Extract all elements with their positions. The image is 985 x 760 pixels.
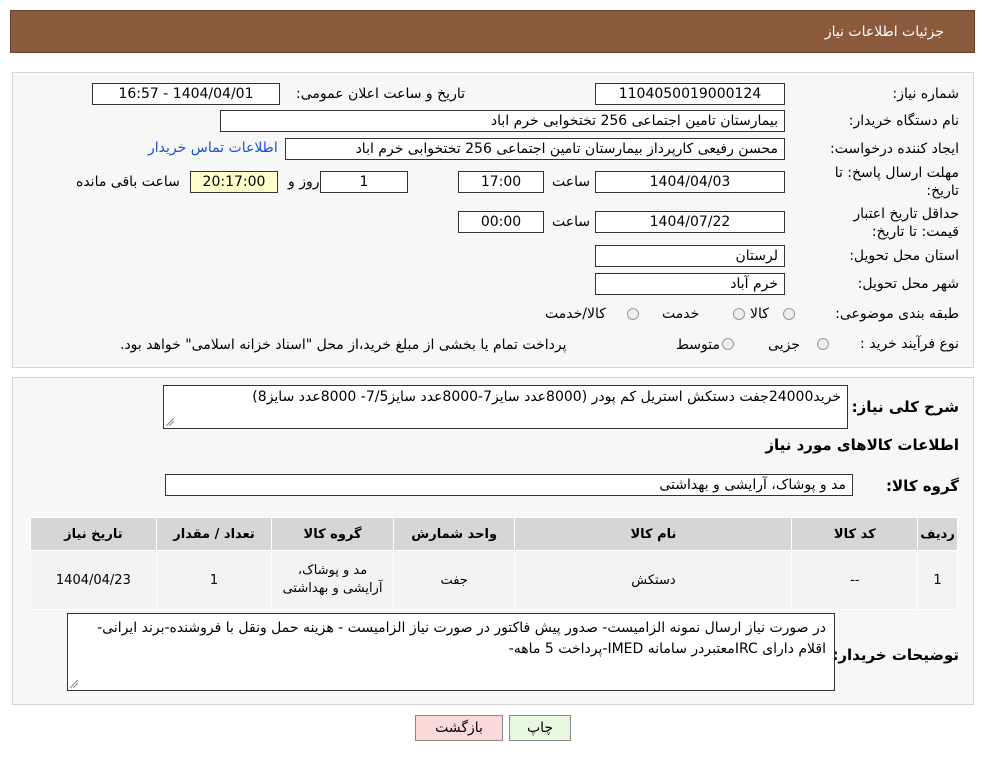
buyer-org-label: نام دستگاه خریدار: [848,113,959,129]
process-option-minor: جزیی [768,337,800,353]
need-number-field: 1104050019000124 [595,83,785,105]
cell-unit: جفت [392,550,516,610]
need-number-label: شماره نیاز: [892,86,960,102]
buyer-contact-link[interactable]: اطلاعات تماس خریدار [148,140,278,156]
table-row: 1 -- دستکش جفت مد و پوشاک، آرایشی و بهدا… [30,550,958,610]
goods-group-field: مد و پوشاک، آرایشی و بهداشتی [165,474,853,496]
cell-name: دستکش [514,550,793,610]
cell-date: 1404/04/23 [30,550,157,610]
creator-field: محسن رفیعی کارپرداز بیمارستان تامین اجتم… [285,138,785,160]
buyer-notes-text: در صورت نیاز ارسال نمونه الزامیست- صدور … [97,620,826,657]
category-radio-goods[interactable] [783,308,795,320]
resize-handle-icon[interactable] [166,418,174,426]
category-radio-service[interactable] [733,308,745,320]
validity-time-field: 00:00 [458,211,544,233]
category-option-goods: کالا [750,306,769,322]
deadline-time-field: 17:00 [458,171,544,193]
col-group-header: گروه کالا [271,517,394,551]
goods-info-title: اطلاعات کالاهای مورد نیاز [765,436,959,454]
days-label: روز و [288,174,320,190]
category-option-goods-service: کالا/خدمت [545,306,606,322]
buyer-notes-field: در صورت نیاز ارسال نمونه الزامیست- صدور … [67,613,835,691]
validity-label: حداقل تاریخ اعتبار قیمت: تا تاریخ: [853,206,959,240]
process-note: پرداخت تمام یا بخشی از مبلغ خرید،از محل … [120,337,567,353]
category-label: طبقه بندی موضوعی: [835,306,959,322]
col-name-header: نام کالا [514,517,793,551]
validity-date-field: 1404/07/22 [595,211,785,233]
days-field: 1 [320,171,408,193]
back-button[interactable]: بازگشت [415,715,503,741]
process-radio-medium[interactable] [722,338,734,350]
city-label: شهر محل تحویل: [857,276,959,292]
province-field: لرستان [595,245,785,267]
city-field: خرم آباد [595,273,785,295]
cell-row: 1 [917,550,958,610]
col-qty-header: تعداد / مقدار [155,517,273,551]
general-desc-text: خرید24000جفت دستکش استریل کم پودر (8000ع… [252,389,841,405]
cell-code: -- [791,550,919,610]
col-unit-header: واحد شمارش [392,517,516,551]
cell-group: مد و پوشاک، آرایشی و بهداشتی [271,550,394,610]
col-row-header: ردیف [917,517,958,551]
goods-table: ردیف کد کالا نام کالا واحد شمارش گروه کا… [30,517,958,610]
category-option-service: خدمت [662,306,700,322]
validity-time-label: ساعت [552,214,591,230]
goods-group-label: گروه کالا: [886,477,959,495]
creator-label: ایجاد کننده درخواست: [830,141,959,157]
general-desc-label: شرح کلی نیاز: [851,398,959,416]
print-button[interactable]: چاپ [509,715,571,741]
process-radio-minor[interactable] [817,338,829,350]
category-radio-goods-service[interactable] [627,308,639,320]
buyer-notes-label: توضیحات خریدار: [832,646,959,664]
deadline-time-label: ساعت [552,174,591,190]
goods-table-header-row: ردیف کد کالا نام کالا واحد شمارش گروه کا… [30,517,958,551]
remaining-time-field: 20:17:00 [190,171,278,193]
buyer-org-field: بیمارستان تامین اجتماعی 256 تختخوابی خرم… [220,110,785,132]
process-label: نوع فرآیند خرید : [860,336,959,352]
process-option-medium: متوسط [676,337,720,353]
announce-field: 1404/04/01 - 16:57 [92,83,280,105]
deadline-date-field: 1404/04/03 [595,171,785,193]
resize-handle-icon[interactable] [70,680,78,688]
province-label: استان محل تحویل: [849,248,959,264]
remaining-label: ساعت باقی مانده [76,174,180,190]
col-code-header: کد کالا [791,517,919,551]
announce-label: تاریخ و ساعت اعلان عمومی: [296,86,465,102]
page-header: جزئیات اطلاعات نیاز [10,10,975,53]
page-title: جزئیات اطلاعات نیاز [824,24,944,40]
cell-qty: 1 [155,550,273,610]
col-date-header: تاریخ نیاز [30,517,157,551]
general-desc-field: خرید24000جفت دستکش استریل کم پودر (8000ع… [163,385,848,429]
deadline-label: مهلت ارسال پاسخ: تا تاریخ: [834,165,959,199]
